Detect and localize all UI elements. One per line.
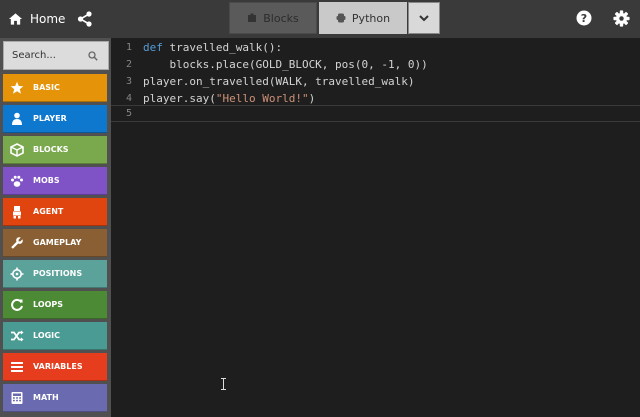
category-label: LOGIC — [33, 331, 61, 340]
category-label: BLOCKS — [33, 145, 69, 154]
category-blocks[interactable]: BLOCKS — [3, 136, 107, 164]
tab-blocks-label: Blocks — [263, 11, 299, 25]
shuffle-icon — [11, 330, 24, 341]
search-icon — [88, 51, 98, 61]
cube-icon — [10, 142, 24, 157]
category-label: POSITIONS — [33, 269, 83, 278]
person-icon — [12, 112, 22, 125]
crosshair-icon — [10, 267, 24, 280]
category-math[interactable]: MATH — [3, 384, 107, 412]
svg-text:?: ? — [581, 12, 587, 25]
help-icon[interactable]: ? — [576, 10, 592, 26]
code-text: blocks.place(GOLD_BLOCK, pos(0, -1, 0)) — [143, 58, 428, 71]
agent-icon — [13, 205, 21, 218]
calculator-icon — [11, 391, 23, 404]
code-text: player.say("Hello World!") — [143, 92, 316, 105]
category-label: MATH — [33, 393, 59, 402]
category-mobs[interactable]: MOBS — [3, 167, 107, 195]
category-label: LOOPS — [33, 300, 64, 309]
category-agent[interactable]: AGENT — [3, 198, 107, 226]
tab-blocks[interactable]: Blocks — [229, 2, 317, 34]
line-number: 1 — [125, 42, 132, 53]
category-label: VARIABLES — [33, 362, 83, 371]
code-line[interactable]: 1 def travelled_walk(): — [111, 39, 640, 56]
gear-icon[interactable] — [613, 10, 630, 27]
mode-dropdown-button[interactable] — [408, 2, 440, 34]
home-label: Home — [30, 12, 66, 26]
line-number: 5 — [125, 108, 132, 119]
code-line[interactable]: 3 player.on_travelled(WALK, travelled_wa… — [111, 73, 640, 90]
python-icon — [336, 13, 346, 23]
category-label: BASIC — [33, 83, 60, 92]
code-line-active[interactable]: 5 — [111, 105, 640, 122]
category-basic[interactable]: BASIC — [3, 74, 107, 102]
category-variables[interactable]: VARIABLES — [3, 353, 107, 381]
paw-icon — [11, 175, 23, 187]
category-player[interactable]: PLAYER — [3, 105, 107, 133]
home-icon — [8, 13, 23, 25]
line-number: 4 — [125, 93, 132, 104]
category-loops[interactable]: LOOPS — [3, 291, 107, 319]
code-text: player.on_travelled(WALK, travelled_walk… — [143, 75, 415, 88]
code-text: def travelled_walk(): — [143, 41, 283, 54]
code-editor[interactable]: 1 def travelled_walk(): 2 blocks.place(G… — [111, 38, 640, 417]
line-number: 3 — [125, 76, 132, 87]
tab-python-label: Python — [351, 11, 391, 25]
category-gameplay[interactable]: GAMEPLAY — [3, 229, 107, 257]
tab-python[interactable]: Python — [319, 2, 407, 34]
star-icon — [10, 81, 24, 94]
puzzle-icon — [248, 13, 257, 22]
top-bar: Home Blocks Python ? — [0, 0, 640, 38]
toolbox-sidebar: BASIC PLAYER BLOCKS MOBS AGENT GAMEPLAY … — [0, 38, 111, 417]
home-button[interactable]: Home — [8, 9, 65, 29]
list-icon — [11, 361, 23, 372]
category-logic[interactable]: LOGIC — [3, 322, 107, 350]
line-number: 2 — [125, 59, 132, 70]
category-label: PLAYER — [33, 114, 67, 123]
search-input[interactable] — [12, 50, 86, 61]
code-line[interactable]: 2 blocks.place(GOLD_BLOCK, pos(0, -1, 0)… — [111, 56, 640, 73]
refresh-icon — [11, 298, 23, 311]
chevron-down-icon — [419, 15, 429, 22]
category-label: GAMEPLAY — [33, 238, 82, 247]
category-label: MOBS — [33, 176, 60, 185]
text-cursor-icon — [221, 378, 226, 390]
share-icon[interactable] — [76, 10, 94, 28]
category-positions[interactable]: POSITIONS — [3, 260, 107, 288]
search-box[interactable] — [3, 41, 109, 70]
editor-mode-switch: Blocks Python — [229, 2, 440, 34]
wrench-icon — [11, 236, 23, 249]
category-label: AGENT — [33, 207, 64, 216]
